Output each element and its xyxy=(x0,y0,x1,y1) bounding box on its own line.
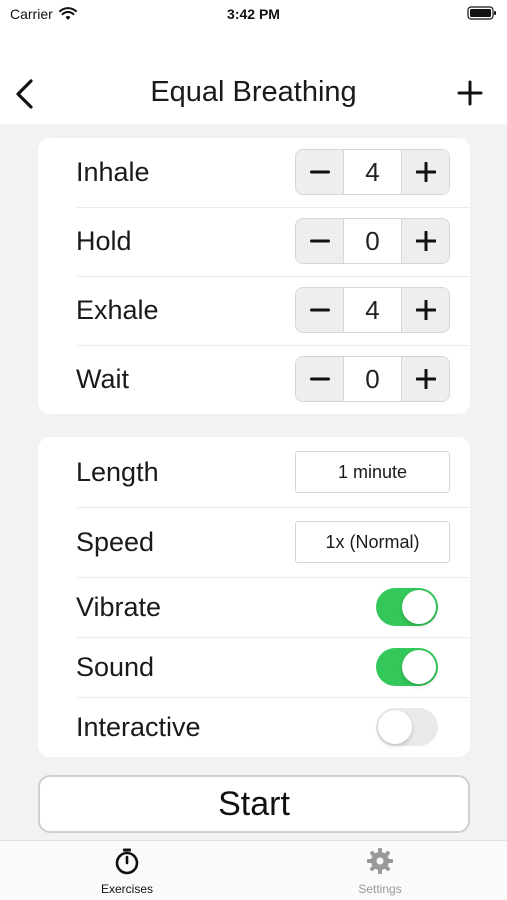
length-label: Length xyxy=(76,456,159,487)
interactive-row: Interactive xyxy=(38,697,470,757)
nav-bar: Equal Breathing xyxy=(0,28,507,124)
inhale-stepper: 4 xyxy=(295,149,450,195)
exhale-value: 4 xyxy=(343,288,402,332)
vibrate-row: Vibrate xyxy=(38,577,470,637)
hold-increment-button[interactable] xyxy=(402,219,449,263)
wait-increment-button[interactable] xyxy=(402,357,449,401)
inhale-increment-button[interactable] xyxy=(402,150,449,194)
speed-label: Speed xyxy=(76,526,155,557)
plus-icon xyxy=(415,162,436,182)
exhale-label: Exhale xyxy=(76,295,159,325)
vibrate-label: Vibrate xyxy=(76,591,162,622)
minus-icon xyxy=(309,377,330,381)
page-title: Equal Breathing xyxy=(150,76,357,108)
wait-row: Wait 0 xyxy=(38,345,470,414)
start-button[interactable]: Start xyxy=(38,775,470,833)
speed-select[interactable]: 1x (Normal) xyxy=(295,521,450,563)
session-settings-card: Length 1 minute Speed 1x (Normal) Vibrat… xyxy=(38,437,470,757)
exhale-row: Exhale 4 xyxy=(38,276,470,345)
length-row: Length 1 minute xyxy=(38,437,470,507)
interactive-label: Interactive xyxy=(76,711,201,742)
tab-settings-label: Settings xyxy=(358,882,402,896)
hold-stepper: 0 xyxy=(295,218,450,264)
tab-exercises-label: Exercises xyxy=(100,882,153,896)
breath-pattern-card: Inhale 4 Hold 0 Exhale 4 Wait 0 xyxy=(38,138,470,414)
sound-label: Sound xyxy=(76,651,155,682)
toggle-knob xyxy=(402,590,436,624)
hold-label: Hold xyxy=(76,226,132,256)
hold-value: 0 xyxy=(343,219,402,263)
wait-label: Wait xyxy=(76,364,129,394)
wait-stepper: 0 xyxy=(295,356,450,402)
battery-icon xyxy=(467,6,497,23)
wait-value: 0 xyxy=(343,357,402,401)
sound-row: Sound xyxy=(38,637,470,697)
exhale-stepper: 4 xyxy=(295,287,450,333)
inhale-row: Inhale 4 xyxy=(38,138,470,207)
length-select[interactable]: 1 minute xyxy=(295,451,450,493)
gear-icon xyxy=(367,848,393,874)
speed-row: Speed 1x (Normal) xyxy=(38,507,470,577)
inhale-decrement-button[interactable] xyxy=(296,150,343,194)
plus-icon xyxy=(415,369,436,389)
hold-decrement-button[interactable] xyxy=(296,219,343,263)
sound-toggle[interactable] xyxy=(376,648,438,686)
plus-icon xyxy=(415,300,436,320)
hold-row: Hold 0 xyxy=(38,207,470,276)
plus-icon xyxy=(457,80,483,106)
tab-bar: Exercises Settings xyxy=(0,840,507,900)
exhale-increment-button[interactable] xyxy=(402,288,449,332)
add-button[interactable] xyxy=(453,76,487,110)
wait-decrement-button[interactable] xyxy=(296,357,343,401)
exhale-decrement-button[interactable] xyxy=(296,288,343,332)
tab-exercises[interactable]: Exercises xyxy=(67,847,187,896)
minus-icon xyxy=(309,170,330,174)
minus-icon xyxy=(309,239,330,243)
vibrate-toggle[interactable] xyxy=(376,588,438,626)
minus-icon xyxy=(309,308,330,312)
stopwatch-icon xyxy=(115,848,139,875)
toggle-knob xyxy=(402,650,436,684)
status-time: 3:42 PM xyxy=(227,6,280,22)
status-bar: Carrier 3:42 PM xyxy=(0,0,507,28)
inhale-value: 4 xyxy=(343,150,402,194)
toggle-knob xyxy=(378,710,412,744)
tab-settings[interactable]: Settings xyxy=(320,847,440,896)
plus-icon xyxy=(415,231,436,251)
interactive-toggle[interactable] xyxy=(376,708,438,746)
inhale-label: Inhale xyxy=(76,157,150,187)
